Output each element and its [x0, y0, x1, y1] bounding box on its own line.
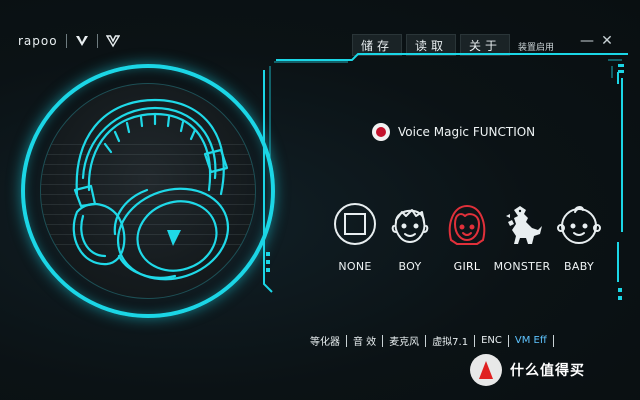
radio-dot — [376, 127, 386, 137]
headphones-icon — [72, 98, 230, 281]
v-logo-icon — [75, 36, 88, 46]
girl-face-icon — [448, 205, 486, 245]
bottom-tab-bar: 等化器 音 效 麦克风 虚拟7.1 ENC VM Eff — [308, 333, 554, 348]
brand-bar: rapoo — [18, 34, 120, 48]
voice-magic-radio[interactable] — [372, 123, 390, 141]
voice-label: BOY — [398, 260, 422, 273]
watermark: 什么值得买 — [470, 354, 585, 386]
voice-none[interactable]: NONE — [325, 200, 385, 276]
tab-divider — [507, 334, 509, 347]
tab-divider — [552, 334, 554, 347]
brand-logo: rapoo — [18, 34, 58, 48]
baby-face-icon — [557, 206, 601, 244]
tab-enc[interactable]: ENC — [479, 335, 504, 346]
voice-magic-toggle[interactable]: Voice Magic FUNCTION — [372, 123, 535, 141]
brand-divider — [65, 34, 67, 48]
square-icon — [334, 203, 376, 245]
tab-vm-effect[interactable]: VM Eff — [513, 335, 549, 346]
minimize-button[interactable]: — — [580, 34, 594, 48]
voice-girl[interactable]: GIRL — [437, 200, 497, 276]
voice-label: GIRL — [453, 260, 481, 273]
tab-divider — [346, 334, 347, 347]
tab-virtual-7-1[interactable]: 虚拟7.1 — [430, 333, 470, 348]
tab-equalizer[interactable]: 等化器 — [308, 333, 342, 348]
voice-monster[interactable]: MONSTER — [492, 200, 552, 276]
tab-microphone[interactable]: 麦克风 — [387, 333, 421, 348]
v-logo-outline-icon — [105, 35, 120, 48]
voice-label: MONSTER — [493, 260, 551, 273]
close-button[interactable]: ✕ — [600, 34, 614, 48]
voice-label: BABY — [564, 260, 594, 273]
voice-magic-window: rapoo 储存 读取 关于 装置启用 — ✕ Voice Magic FUNC… — [0, 0, 640, 400]
watermark-logo-icon — [470, 354, 502, 386]
tab-divider — [382, 334, 384, 347]
voice-boy[interactable]: BOY — [380, 200, 440, 276]
watermark-text: 什么值得买 — [510, 363, 585, 379]
monster-icon — [506, 206, 542, 244]
tab-divider — [425, 334, 427, 347]
voice-magic-label: Voice Magic FUNCTION — [398, 125, 536, 139]
boy-face-icon — [391, 209, 429, 243]
voice-label: NONE — [338, 260, 372, 273]
voice-baby[interactable]: BABY — [549, 200, 609, 276]
tab-sound-effects[interactable]: 音 效 — [351, 333, 378, 348]
tab-divider — [474, 334, 476, 347]
brand-divider-2 — [96, 34, 98, 48]
